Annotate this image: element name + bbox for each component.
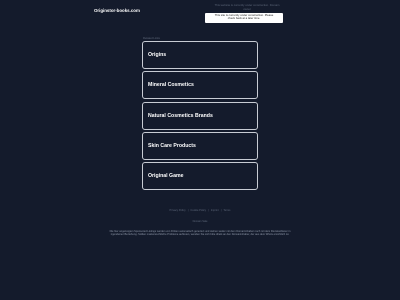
domain-name[interactable]: Originstor-books.com: [94, 8, 140, 13]
footer-separator: |: [220, 209, 222, 212]
related-link-label: Original Game: [148, 173, 184, 180]
parked-domain-page: Originstor-books.com This website is cur…: [0, 0, 400, 300]
related-link-label: Skin Care Products: [148, 142, 196, 149]
footer-domain-sale-link[interactable]: Domain Sale: [0, 220, 400, 223]
construction-notice: This website is currently under construc…: [214, 3, 280, 11]
footer-link-terms[interactable]: Terms: [223, 209, 230, 212]
related-link-label: Mineral Cosmetics: [148, 82, 194, 89]
related-link-origins[interactable]: Origins: [142, 41, 258, 69]
related-links-title: Related Links: [143, 36, 160, 40]
construction-notice-line: owner: [243, 6, 251, 11]
footer-separator: |: [208, 209, 209, 212]
footer-link-privacy[interactable]: Privacy Policy: [170, 209, 186, 212]
related-link-original-game[interactable]: Original Game: [142, 162, 258, 191]
related-link-label: Origins: [148, 52, 167, 58]
related-links-list: Origins Mineral Cosmetics Natural Cosmet…: [142, 41, 258, 192]
footer-link-imprint[interactable]: Imprint: [211, 209, 219, 212]
footer-separator: |: [187, 209, 189, 212]
footer-links: Privacy Policy | Cookie Policy | Imprint | Ter…: [0, 209, 400, 212]
construction-tooltip: This site is currently under constructio…: [205, 13, 283, 23]
footer-disclaimer: Die hier angezeigten Sponsored Listings …: [100, 230, 300, 237]
related-link-natural-cosmetics-brands[interactable]: Natural Cosmetics Brands: [142, 101, 258, 130]
tooltip-line: check back at a later time.: [227, 16, 261, 21]
related-link-label: Natural Cosmetics Brands: [148, 112, 213, 119]
footer-link-cookie[interactable]: Cookie Policy: [190, 209, 206, 212]
related-link-mineral-cosmetics[interactable]: Mineral Cosmetics: [142, 71, 258, 100]
disclaimer-line: irgendeiner Beziehung. Sollten markenrec…: [110, 233, 290, 237]
related-link-skin-care-products[interactable]: Skin Care Products: [142, 131, 258, 160]
